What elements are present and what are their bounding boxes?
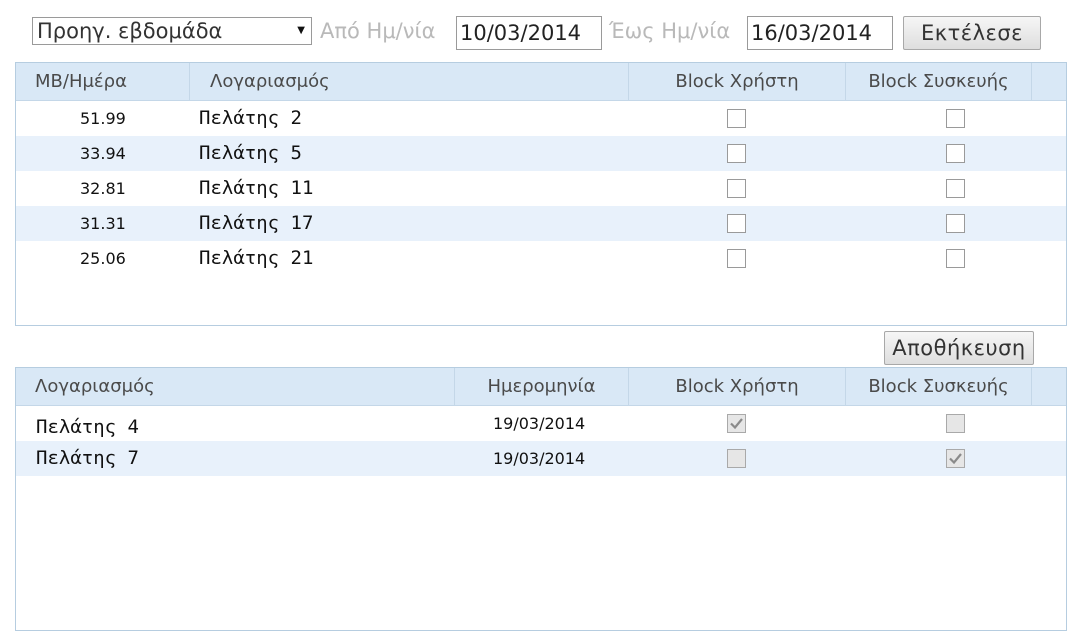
account-name: Πελάτης 11 <box>199 177 314 199</box>
block-device-checkbox-checked <box>946 449 965 468</box>
block-user-checkbox[interactable] <box>727 144 746 163</box>
mb-value: 32.81 <box>80 179 126 198</box>
block-device-checkbox[interactable] <box>946 109 965 128</box>
table-row[interactable]: 32.81 Πελάτης 11 <box>16 171 1066 206</box>
block-user-checkbox[interactable] <box>727 179 746 198</box>
header-block-device[interactable]: Block Συσκευής <box>846 368 1032 406</box>
block-device-checkbox[interactable] <box>946 144 965 163</box>
period-select[interactable]: Προηγ. εβδομάδα ▼ <box>32 17 312 45</box>
header-account[interactable]: Λογαριασμός <box>16 368 455 406</box>
save-button[interactable]: Αποθήκευση <box>884 331 1034 365</box>
table-row[interactable]: 33.94 Πελάτης 5 <box>16 136 1066 171</box>
date-value: 19/03/2014 <box>493 449 586 468</box>
account-name: Πελάτης 2 <box>199 107 302 129</box>
table-row[interactable]: 25.06 Πελάτης 21 <box>16 241 1066 276</box>
from-date-input[interactable]: 10/03/2014 <box>456 16 602 50</box>
mb-value: 51.99 <box>80 109 126 128</box>
filter-toolbar: Προηγ. εβδομάδα ▼ Από Ημ/νία 10/03/2014 … <box>0 0 1071 56</box>
table-row[interactable]: 31.31 Πελάτης 17 <box>16 206 1066 241</box>
account-name: Πελάτης 21 <box>199 247 314 269</box>
block-user-checkbox <box>727 449 746 468</box>
to-date-input[interactable]: 16/03/2014 <box>747 16 893 50</box>
header-block-device[interactable]: Block Συσκευής <box>846 63 1032 101</box>
block-user-checkbox[interactable] <box>727 249 746 268</box>
account-name: Πελάτης 4 <box>36 416 139 438</box>
block-user-checkbox[interactable] <box>727 214 746 233</box>
account-name: Πελάτης 17 <box>199 212 314 234</box>
block-device-checkbox[interactable] <box>946 179 965 198</box>
header-date[interactable]: Ημερομηνία <box>455 368 629 406</box>
execute-button[interactable]: Εκτέλεσε <box>903 16 1041 50</box>
table-row[interactable]: Πελάτης 4 19/03/2014 <box>16 406 1066 441</box>
dropdown-arrow-icon: ▼ <box>297 25 305 36</box>
header-mb-per-day[interactable]: MB/Ημέρα <box>16 63 190 101</box>
header-block-user[interactable]: Block Χρήστη <box>629 368 846 406</box>
blocked-grid-header: Λογαριασμός Ημερομηνία Block Χρήστη Bloc… <box>16 368 1066 406</box>
block-user-checkbox[interactable] <box>727 109 746 128</box>
mb-value: 25.06 <box>80 249 126 268</box>
usage-grid-header: MB/Ημέρα Λογαριασμός Block Χρήστη Block … <box>16 63 1066 101</box>
block-device-checkbox <box>946 414 965 433</box>
date-value: 19/03/2014 <box>493 414 586 433</box>
block-device-checkbox[interactable] <box>946 214 965 233</box>
checkmark-icon <box>730 418 743 430</box>
blocked-grid: Λογαριασμός Ημερομηνία Block Χρήστη Bloc… <box>15 367 1067 631</box>
table-row[interactable]: Πελάτης 7 19/03/2014 <box>16 441 1066 476</box>
mb-value: 33.94 <box>80 144 126 163</box>
mb-value: 31.31 <box>80 214 126 233</box>
block-device-checkbox[interactable] <box>946 249 965 268</box>
header-block-user[interactable]: Block Χρήστη <box>629 63 846 101</box>
from-date-label: Από Ημ/νία <box>320 19 436 43</box>
period-select-value: Προηγ. εβδομάδα <box>37 19 223 43</box>
account-name: Πελάτης 7 <box>36 447 139 469</box>
account-name: Πελάτης 5 <box>199 142 302 164</box>
to-date-label: Έως Ημ/νία <box>609 19 731 43</box>
usage-grid: MB/Ημέρα Λογαριασμός Block Χρήστη Block … <box>15 62 1067 326</box>
header-account[interactable]: Λογαριασμός <box>190 63 629 101</box>
table-row[interactable]: 51.99 Πελάτης 2 <box>16 101 1066 136</box>
block-user-checkbox-checked <box>727 414 746 433</box>
checkmark-icon <box>949 453 962 465</box>
